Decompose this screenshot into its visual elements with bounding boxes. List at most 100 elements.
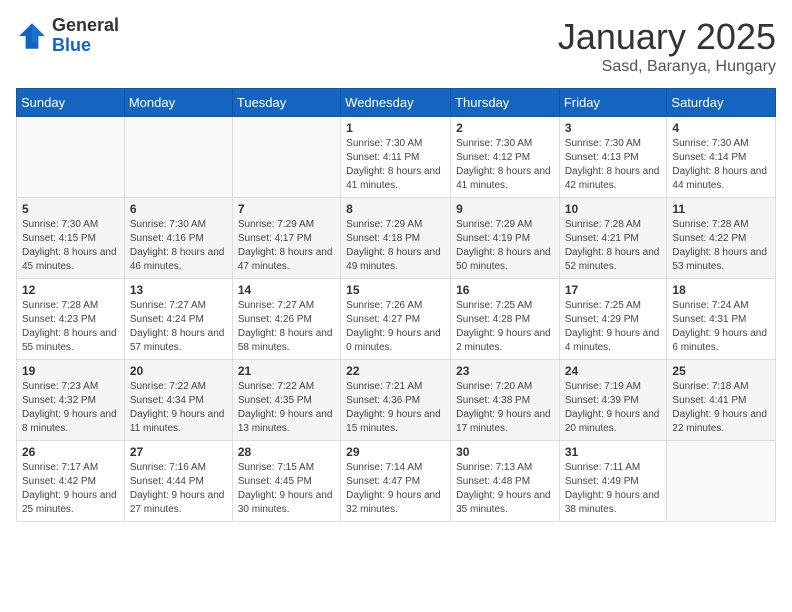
day-info: Sunrise: 7:30 AM Sunset: 4:13 PM Dayligh… bbox=[565, 137, 662, 193]
day-number: 24 bbox=[565, 364, 662, 378]
day-info: Sunrise: 7:25 AM Sunset: 4:28 PM Dayligh… bbox=[456, 299, 554, 355]
calendar-week-5: 26Sunrise: 7:17 AM Sunset: 4:42 PM Dayli… bbox=[17, 441, 776, 522]
logo-general-text: General bbox=[52, 16, 119, 36]
calendar-week-1: 1 Sunrise: 7:30 AM Sunset: 4:11 PM Daylig… bbox=[17, 117, 776, 198]
calendar-cell: 9 Sunrise: 7:29 AM Sunset: 4:19 PM Daylig… bbox=[451, 198, 560, 279]
day-number: 13 bbox=[130, 283, 227, 297]
logo-icon bbox=[16, 20, 48, 52]
calendar-header-sunday: Sunday bbox=[17, 89, 125, 117]
day-number: 27 bbox=[130, 445, 227, 459]
calendar-cell: 3 Sunrise: 7:30 AM Sunset: 4:13 PM Daylig… bbox=[559, 117, 667, 198]
day-number: 4 bbox=[672, 121, 770, 135]
logo-blue-text: Blue bbox=[52, 36, 119, 56]
calendar-cell: 25 Sunrise: 7:18 AM Sunset: 4:41 PM Dayli… bbox=[667, 360, 776, 441]
calendar-cell: 5Sunrise: 7:30 AM Sunset: 4:15 PM Daylig… bbox=[17, 198, 125, 279]
day-number: 23 bbox=[456, 364, 554, 378]
logo-text: General Blue bbox=[52, 16, 119, 56]
calendar-header-thursday: Thursday bbox=[451, 89, 560, 117]
calendar-header-saturday: Saturday bbox=[667, 89, 776, 117]
day-info: Sunrise: 7:24 AM Sunset: 4:31 PM Dayligh… bbox=[672, 299, 770, 355]
day-info: Sunrise: 7:29 AM Sunset: 4:18 PM Dayligh… bbox=[346, 218, 445, 274]
day-number: 21 bbox=[238, 364, 335, 378]
day-number: 9 bbox=[456, 202, 554, 216]
day-info: Sunrise: 7:17 AM Sunset: 4:42 PM Dayligh… bbox=[22, 461, 119, 517]
day-info: Sunrise: 7:22 AM Sunset: 4:35 PM Dayligh… bbox=[238, 380, 335, 436]
day-info: Sunrise: 7:25 AM Sunset: 4:29 PM Dayligh… bbox=[565, 299, 662, 355]
day-info: Sunrise: 7:22 AM Sunset: 4:34 PM Dayligh… bbox=[130, 380, 227, 436]
day-info: Sunrise: 7:20 AM Sunset: 4:38 PM Dayligh… bbox=[456, 380, 554, 436]
day-info: Sunrise: 7:13 AM Sunset: 4:48 PM Dayligh… bbox=[456, 461, 554, 517]
day-number: 25 bbox=[672, 364, 770, 378]
day-info: Sunrise: 7:14 AM Sunset: 4:47 PM Dayligh… bbox=[346, 461, 445, 517]
day-number: 29 bbox=[346, 445, 445, 459]
calendar-cell: 23 Sunrise: 7:20 AM Sunset: 4:38 PM Dayli… bbox=[451, 360, 560, 441]
day-info: Sunrise: 7:19 AM Sunset: 4:39 PM Dayligh… bbox=[565, 380, 662, 436]
calendar-cell: 6 Sunrise: 7:30 AM Sunset: 4:16 PM Daylig… bbox=[124, 198, 232, 279]
day-number: 17 bbox=[565, 283, 662, 297]
calendar-cell: 21 Sunrise: 7:22 AM Sunset: 4:35 PM Dayli… bbox=[232, 360, 340, 441]
calendar-header-wednesday: Wednesday bbox=[341, 89, 451, 117]
day-info: Sunrise: 7:15 AM Sunset: 4:45 PM Dayligh… bbox=[238, 461, 335, 517]
calendar-header-tuesday: Tuesday bbox=[232, 89, 340, 117]
calendar-cell: 10Sunrise: 7:28 AM Sunset: 4:21 PM Dayli… bbox=[559, 198, 667, 279]
calendar-cell: 17 Sunrise: 7:25 AM Sunset: 4:29 PM Dayli… bbox=[559, 279, 667, 360]
calendar-week-2: 5Sunrise: 7:30 AM Sunset: 4:15 PM Daylig… bbox=[17, 198, 776, 279]
day-number: 31 bbox=[565, 445, 662, 459]
day-info: Sunrise: 7:30 AM Sunset: 4:11 PM Dayligh… bbox=[346, 137, 445, 193]
calendar-cell: 22 Sunrise: 7:21 AM Sunset: 4:36 PM Dayli… bbox=[341, 360, 451, 441]
day-number: 8 bbox=[346, 202, 445, 216]
month-title: January 2025 bbox=[558, 16, 776, 58]
day-info: Sunrise: 7:16 AM Sunset: 4:44 PM Dayligh… bbox=[130, 461, 227, 517]
calendar-cell: 4Sunrise: 7:30 AM Sunset: 4:14 PM Daylig… bbox=[667, 117, 776, 198]
day-info: Sunrise: 7:30 AM Sunset: 4:16 PM Dayligh… bbox=[130, 218, 227, 274]
calendar-header-row: SundayMondayTuesdayWednesdayThursdayFrid… bbox=[17, 89, 776, 117]
day-number: 6 bbox=[130, 202, 227, 216]
calendar-header-friday: Friday bbox=[559, 89, 667, 117]
calendar-header-monday: Monday bbox=[124, 89, 232, 117]
calendar-cell: 19Sunrise: 7:23 AM Sunset: 4:32 PM Dayli… bbox=[17, 360, 125, 441]
calendar-cell bbox=[667, 441, 776, 522]
calendar-cell: 7Sunrise: 7:29 AM Sunset: 4:17 PM Daylig… bbox=[232, 198, 340, 279]
calendar-cell: 28 Sunrise: 7:15 AM Sunset: 4:45 PM Dayli… bbox=[232, 441, 340, 522]
calendar-cell: 11 Sunrise: 7:28 AM Sunset: 4:22 PM Dayli… bbox=[667, 198, 776, 279]
day-info: Sunrise: 7:28 AM Sunset: 4:22 PM Dayligh… bbox=[672, 218, 770, 274]
day-info: Sunrise: 7:28 AM Sunset: 4:23 PM Dayligh… bbox=[22, 299, 119, 355]
day-number: 12 bbox=[22, 283, 119, 297]
day-number: 28 bbox=[238, 445, 335, 459]
day-number: 20 bbox=[130, 364, 227, 378]
calendar-week-4: 19Sunrise: 7:23 AM Sunset: 4:32 PM Dayli… bbox=[17, 360, 776, 441]
page-header: General Blue January 2025 Sasd, Baranya,… bbox=[16, 16, 776, 76]
location-title: Sasd, Baranya, Hungary bbox=[558, 58, 776, 76]
calendar-cell: 2Sunrise: 7:30 AM Sunset: 4:12 PM Daylig… bbox=[451, 117, 560, 198]
day-info: Sunrise: 7:18 AM Sunset: 4:41 PM Dayligh… bbox=[672, 380, 770, 436]
calendar-cell bbox=[124, 117, 232, 198]
day-info: Sunrise: 7:23 AM Sunset: 4:32 PM Dayligh… bbox=[22, 380, 119, 436]
day-number: 15 bbox=[346, 283, 445, 297]
day-info: Sunrise: 7:21 AM Sunset: 4:36 PM Dayligh… bbox=[346, 380, 445, 436]
day-number: 14 bbox=[238, 283, 335, 297]
day-info: Sunrise: 7:30 AM Sunset: 4:15 PM Dayligh… bbox=[22, 218, 119, 274]
calendar-cell: 30 Sunrise: 7:13 AM Sunset: 4:48 PM Dayli… bbox=[451, 441, 560, 522]
calendar-cell: 16Sunrise: 7:25 AM Sunset: 4:28 PM Dayli… bbox=[451, 279, 560, 360]
day-number: 2 bbox=[456, 121, 554, 135]
calendar-cell: 27 Sunrise: 7:16 AM Sunset: 4:44 PM Dayli… bbox=[124, 441, 232, 522]
day-number: 30 bbox=[456, 445, 554, 459]
day-info: Sunrise: 7:27 AM Sunset: 4:26 PM Dayligh… bbox=[238, 299, 335, 355]
title-block: January 2025 Sasd, Baranya, Hungary bbox=[558, 16, 776, 76]
day-info: Sunrise: 7:11 AM Sunset: 4:49 PM Dayligh… bbox=[565, 461, 662, 517]
day-number: 3 bbox=[565, 121, 662, 135]
calendar-cell: 15Sunrise: 7:26 AM Sunset: 4:27 PM Dayli… bbox=[341, 279, 451, 360]
day-number: 1 bbox=[346, 121, 445, 135]
day-number: 10 bbox=[565, 202, 662, 216]
logo: General Blue bbox=[16, 16, 119, 56]
day-number: 11 bbox=[672, 202, 770, 216]
calendar-cell: 8 Sunrise: 7:29 AM Sunset: 4:18 PM Daylig… bbox=[341, 198, 451, 279]
day-info: Sunrise: 7:29 AM Sunset: 4:17 PM Dayligh… bbox=[238, 218, 335, 274]
calendar-week-3: 12 Sunrise: 7:28 AM Sunset: 4:23 PM Dayli… bbox=[17, 279, 776, 360]
calendar-cell: 13 Sunrise: 7:27 AM Sunset: 4:24 PM Dayli… bbox=[124, 279, 232, 360]
day-info: Sunrise: 7:29 AM Sunset: 4:19 PM Dayligh… bbox=[456, 218, 554, 274]
day-number: 22 bbox=[346, 364, 445, 378]
day-info: Sunrise: 7:27 AM Sunset: 4:24 PM Dayligh… bbox=[130, 299, 227, 355]
calendar-cell: 24 Sunrise: 7:19 AM Sunset: 4:39 PM Dayli… bbox=[559, 360, 667, 441]
calendar-cell bbox=[232, 117, 340, 198]
